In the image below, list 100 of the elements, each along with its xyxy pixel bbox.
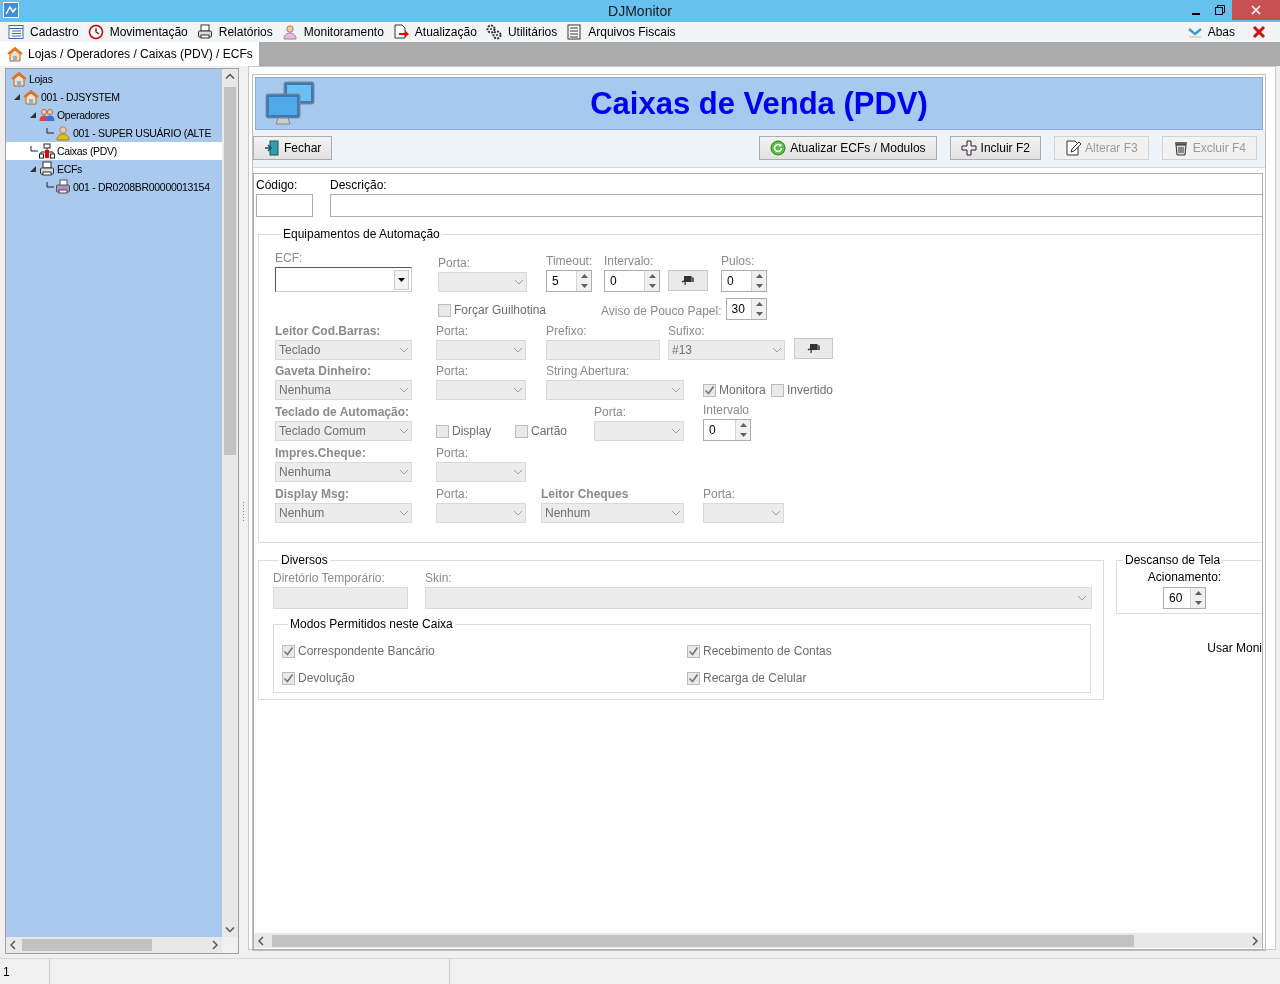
caret-icon xyxy=(513,469,523,475)
menu-item[interactable]: Movimentação xyxy=(85,22,195,42)
spin-field[interactable]: 30 xyxy=(725,298,767,320)
spin-field[interactable]: 5 xyxy=(546,270,592,292)
caret-icon xyxy=(1077,595,1087,601)
caret-icon xyxy=(398,277,405,282)
tree-item-label: ECFs xyxy=(57,163,83,175)
field-label: Porta: xyxy=(594,405,627,419)
menu-item[interactable]: Relatórios xyxy=(194,22,280,42)
tab[interactable]: Lojas / Operadores / Caixas (PDV) / ECFs xyxy=(0,42,259,66)
horizontal-scrollbar[interactable] xyxy=(254,933,1262,948)
field-label: Leitor Cheques xyxy=(541,487,630,501)
spin-field[interactable]: 0 xyxy=(604,270,660,292)
section-title: Equipamentos de Automação xyxy=(282,227,441,241)
caret-icon xyxy=(399,469,409,475)
tree-item[interactable]: 001 - SUPER USUÁRIO (ALTE xyxy=(6,124,222,142)
tabs-menu-button[interactable]: Abas xyxy=(1185,22,1242,42)
tree-item[interactable]: ECFs xyxy=(6,160,222,178)
add-button[interactable]: Incluir F2 xyxy=(949,135,1041,160)
tree-item[interactable]: Lojas xyxy=(6,70,222,88)
menu-item[interactable]: Utilitários xyxy=(483,22,565,42)
caret-icon xyxy=(399,428,409,434)
field-label: Descrição: xyxy=(330,178,388,192)
tree-item-label: Lojas xyxy=(29,73,53,85)
checkbox-label: Correspondente Bancário xyxy=(298,644,435,658)
spin-buttons[interactable] xyxy=(576,271,591,291)
exit-door-icon xyxy=(264,139,280,156)
close-button[interactable]: Fechar xyxy=(253,135,333,160)
caret-icon xyxy=(399,510,409,516)
scroll-up-icon[interactable] xyxy=(225,73,235,79)
checkbox-label: Devolução xyxy=(298,671,355,685)
field-label: Intervalo: xyxy=(604,254,655,268)
refresh-button[interactable]: Atualizar ECFs / Modulos xyxy=(759,135,937,160)
code-field[interactable] xyxy=(256,194,313,217)
person-icon xyxy=(281,24,298,40)
field-label: Leitor Cod.Barras: xyxy=(275,324,382,338)
scroll-left-icon[interactable] xyxy=(10,940,16,950)
description-field[interactable] xyxy=(330,194,1262,217)
caret-icon xyxy=(671,510,681,516)
printer-icon xyxy=(55,179,71,195)
app-icon xyxy=(3,1,19,18)
scroll-down-icon[interactable] xyxy=(225,927,235,933)
section-title: Diversos xyxy=(280,553,329,567)
people-icon xyxy=(39,107,55,123)
caret-icon xyxy=(671,428,681,434)
tree-item[interactable]: 001 - DR0208BR00000013154 xyxy=(6,178,222,196)
field-label: Skin: xyxy=(425,571,453,585)
status-text: 1 xyxy=(3,964,10,979)
scroll-right-icon[interactable] xyxy=(212,940,218,950)
field-label: Intervalo xyxy=(703,403,751,417)
edit-icon xyxy=(1064,139,1081,156)
house-icon xyxy=(7,46,23,62)
checkbox-label: Recebimento de Contas xyxy=(703,644,832,658)
section-title: Descanso de Tela xyxy=(1124,553,1222,567)
page-title: Caixas de Venda (PDV) xyxy=(589,85,929,122)
plus-icon xyxy=(960,139,977,156)
person-icon xyxy=(55,125,71,141)
close-icon xyxy=(1251,5,1261,15)
checkbox-label: Cartão xyxy=(531,424,568,438)
device-button[interactable] xyxy=(668,270,708,291)
spin-buttons[interactable] xyxy=(735,420,750,440)
field-label: Porta: xyxy=(436,324,469,338)
horizontal-scrollbar[interactable] xyxy=(6,937,222,953)
caret-icon xyxy=(513,347,523,353)
field-label: Usar Moni xyxy=(1207,641,1262,655)
scroll-right-icon[interactable] xyxy=(1252,935,1258,946)
tree-item[interactable]: Operadores xyxy=(6,106,222,124)
field-label: Impres.Cheque: xyxy=(275,446,367,460)
field-label: Porta: xyxy=(438,256,471,270)
scroll-left-icon[interactable] xyxy=(258,935,264,946)
menu-item[interactable]: Arquivos Fiscais xyxy=(564,22,683,42)
dropdown[interactable] xyxy=(275,267,412,292)
tree-item[interactable]: 001 - DJSYSTEM xyxy=(6,88,222,106)
menu-item[interactable]: Atualização xyxy=(390,22,484,42)
menu-item[interactable]: Cadastro xyxy=(6,22,86,42)
field-label: String Abertura: xyxy=(546,364,631,378)
trash-icon xyxy=(1172,139,1189,156)
spin-buttons[interactable] xyxy=(1190,588,1205,608)
minimize-icon xyxy=(1192,13,1200,15)
caret-icon xyxy=(513,510,523,516)
field-label: Gaveta Dinheiro: xyxy=(275,364,373,378)
vertical-scrollbar[interactable] xyxy=(222,69,238,937)
spin-field[interactable]: 0 xyxy=(721,270,767,292)
splitter-handle-icon[interactable] xyxy=(242,501,245,523)
spin-buttons[interactable] xyxy=(751,299,766,319)
spin-buttons[interactable] xyxy=(751,271,766,291)
spin-field[interactable]: 60 xyxy=(1163,587,1206,609)
computers-icon xyxy=(262,79,318,128)
window-title: DJMonitor xyxy=(608,3,672,19)
device-button[interactable] xyxy=(794,338,833,359)
field-label: Porta: xyxy=(436,364,469,378)
checkbox-label: Forçar Guilhotina xyxy=(454,303,547,317)
spin-field[interactable]: 0 xyxy=(703,419,751,441)
caret-icon xyxy=(399,387,409,393)
spin-buttons[interactable] xyxy=(644,271,659,291)
menu-item[interactable]: Monitoramento xyxy=(279,22,391,42)
field-label: Porta: xyxy=(703,487,736,501)
tree-item[interactable]: Caixas (PDV) xyxy=(6,142,222,160)
field-label: Porta: xyxy=(436,487,469,501)
tree-item-label: 001 - DJSYSTEM xyxy=(41,91,120,103)
